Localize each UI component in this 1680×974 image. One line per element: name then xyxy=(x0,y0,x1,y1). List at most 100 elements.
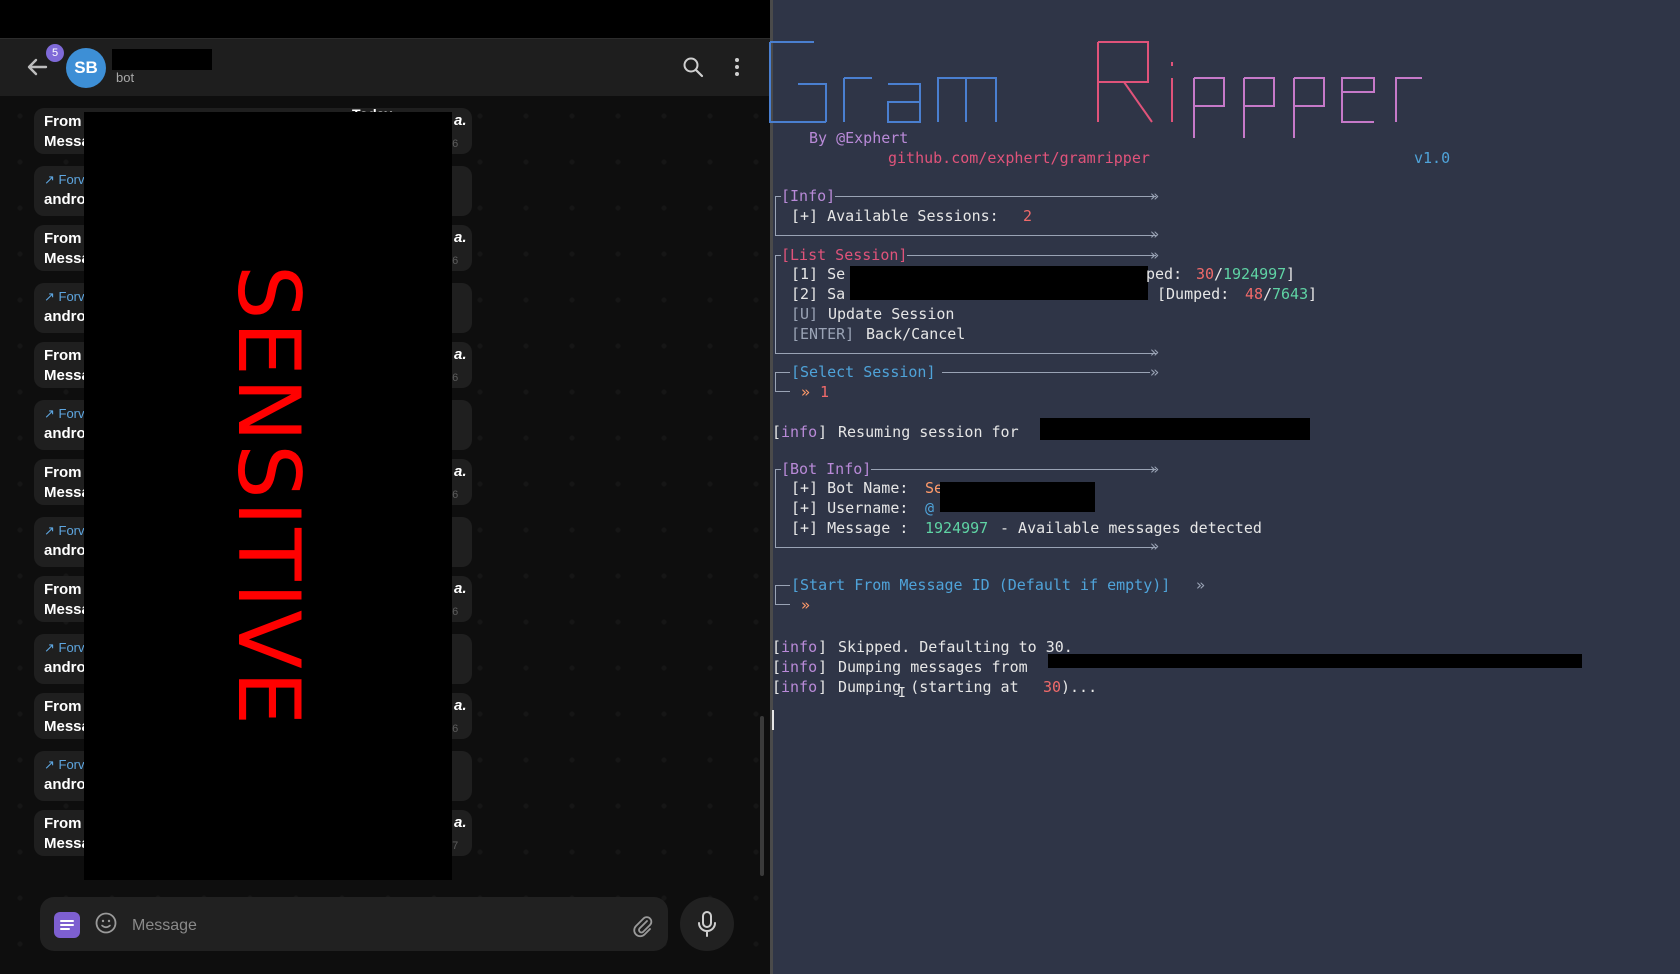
bot-username-label: [+] Username: xyxy=(791,499,909,517)
log-bracket-close: ] xyxy=(818,638,828,656)
message-italic-fragment: a. xyxy=(454,112,467,129)
redaction-box xyxy=(940,482,1095,512)
text-cursor-icon: I xyxy=(898,686,906,701)
start-from-header: [Start From Message ID (Default if empty… xyxy=(791,576,1171,594)
box-arrow: » xyxy=(1196,576,1206,594)
message-italic-fragment: a. xyxy=(454,580,467,597)
sensitive-label: SENSITIVE xyxy=(218,264,318,728)
message-body-text: Messa xyxy=(44,718,90,735)
message-from-text: From xyxy=(44,347,82,364)
bot-info-header: [Bot Info] xyxy=(781,459,872,479)
forwarded-label: ↗ Forv xyxy=(44,406,85,421)
message-from-text: From xyxy=(44,815,82,832)
list-session-header: [List Session] xyxy=(781,245,908,265)
info-header: [Info] xyxy=(781,186,836,206)
bracket: ] xyxy=(1308,285,1318,303)
box-line xyxy=(942,372,1150,373)
message-italic-fragment: a. xyxy=(454,814,467,831)
more-vertical-icon[interactable] xyxy=(732,56,742,78)
bot-username-value: @ xyxy=(925,499,935,517)
chat-scrollbar[interactable] xyxy=(760,716,764,876)
log-bracket-close: ] xyxy=(818,423,828,441)
message-italic-fragment: a. xyxy=(454,229,467,246)
log-tag: info xyxy=(781,423,818,441)
session-2-dumped-label: [Dumped: xyxy=(1157,285,1230,303)
slash: / xyxy=(1263,285,1273,303)
session-1-prefix[interactable]: [1] Se xyxy=(791,264,845,284)
log-line-3-prefix: Dumping (starting at xyxy=(838,678,1019,696)
message-body-text: Messa xyxy=(44,484,90,501)
redaction-box xyxy=(850,266,1148,300)
avatar[interactable]: SB xyxy=(66,48,106,88)
forwarded-sender: andro xyxy=(44,776,86,793)
bot-message-count: 1924997 xyxy=(925,519,989,537)
update-key[interactable]: [U] xyxy=(791,304,818,324)
unread-badge: 5 xyxy=(46,44,64,62)
update-session-label[interactable]: Update Session xyxy=(828,304,954,324)
message-from-text: From xyxy=(44,464,82,481)
gramripper-logo xyxy=(769,41,1422,138)
forwarded-sender: andro xyxy=(44,191,86,208)
sticker-icon[interactable] xyxy=(54,912,80,938)
banner-author: By @Exphert xyxy=(809,129,909,147)
log-bracket-open: [ xyxy=(772,638,782,656)
bot-name-label: [+] Bot Name: xyxy=(791,479,909,497)
prompt-arrow: » xyxy=(801,383,811,401)
message-italic-fragment: a. xyxy=(454,463,467,480)
attach-icon[interactable] xyxy=(630,912,654,938)
log-line-3-suffix: )... xyxy=(1061,678,1098,696)
session-2-dumped: 48 xyxy=(1245,285,1264,303)
available-sessions-value: 2 xyxy=(1023,207,1033,225)
available-sessions-label: [+] Available Sessions: xyxy=(791,207,999,225)
message-from-text: From xyxy=(44,230,82,247)
log-line-3-value: 30 xyxy=(1043,678,1062,696)
message-from-text: From xyxy=(44,581,82,598)
forwarded-sender: andro xyxy=(44,425,86,442)
box-arrow: » xyxy=(1150,363,1160,381)
forwarded-label: ↗ Forv xyxy=(44,172,85,187)
message-body-text: Messa xyxy=(44,835,90,852)
session-1-suffix: ped: xyxy=(1146,265,1183,283)
message-body-text: Messa xyxy=(44,133,90,150)
message-body-text: Messa xyxy=(44,367,90,384)
banner-version: v1.0 xyxy=(1414,149,1451,167)
box-arrow: » xyxy=(1150,187,1160,205)
forwarded-label: ↗ Forv xyxy=(44,289,85,304)
search-icon[interactable] xyxy=(682,56,704,78)
log-tag: info xyxy=(781,658,818,676)
select-value[interactable]: 1 xyxy=(820,382,829,402)
box-arrow: » xyxy=(1150,225,1160,243)
log-bracket-close: ] xyxy=(818,678,828,696)
forwarded-label: ↗ Forv xyxy=(44,757,85,772)
forwarded-label: ↗ Forv xyxy=(44,523,85,538)
resuming-text: Resuming session for xyxy=(838,423,1019,441)
log-bracket-open: [ xyxy=(772,678,782,696)
forwarded-sender: andro xyxy=(44,659,86,676)
start-box-frame xyxy=(775,585,790,605)
prompt-arrow[interactable]: » xyxy=(801,595,810,615)
log-tag: info xyxy=(781,678,818,696)
session-2-prefix[interactable]: [2] Sa xyxy=(791,284,845,304)
message-italic-fragment: a. xyxy=(454,346,467,363)
log-bracket-open: [ xyxy=(772,423,782,441)
emoji-icon[interactable] xyxy=(94,911,118,935)
slash: / xyxy=(1214,265,1224,283)
mic-icon xyxy=(698,911,716,937)
log-tag: info xyxy=(781,638,818,656)
bot-message-suffix: - Available messages detected xyxy=(1000,519,1262,537)
back-cancel-label[interactable]: Back/Cancel xyxy=(866,324,965,344)
box-arrow: » xyxy=(1150,460,1160,478)
banner-repo: github.com/exphert/gramripper xyxy=(888,149,1150,167)
select-box-frame xyxy=(775,372,790,392)
box-arrow: » xyxy=(1150,343,1160,361)
session-2-total: 7643 xyxy=(1272,285,1309,303)
session-1-total: 1924997 xyxy=(1223,265,1287,283)
message-from-text: From xyxy=(44,698,82,715)
redaction-box xyxy=(1048,654,1582,668)
message-input[interactable] xyxy=(130,913,614,939)
redaction-box xyxy=(1040,418,1310,440)
chat-subtitle: bot xyxy=(116,70,135,85)
enter-key[interactable]: [ENTER] xyxy=(791,324,854,344)
bracket: ] xyxy=(1286,265,1296,283)
bot-message-label: [+] Message : xyxy=(791,519,909,537)
